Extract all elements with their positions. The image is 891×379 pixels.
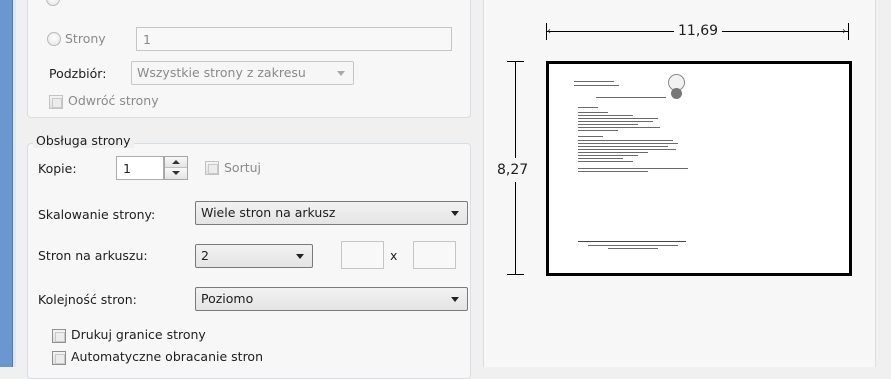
right-strip: [875, 0, 891, 367]
pages-per-sheet-label: Stron na arkuszu:: [38, 248, 148, 263]
width-line-right: [722, 31, 848, 32]
print-borders-label: Drukuj granice strony: [71, 327, 206, 342]
width-line-left: [547, 31, 674, 32]
reverse-pages-checkbox[interactable]: [49, 95, 63, 109]
multiply-label: x: [390, 248, 398, 263]
spinner-down-icon[interactable]: [165, 168, 187, 179]
chevron-down-icon: [296, 254, 304, 259]
pages-radio[interactable]: [47, 32, 61, 46]
preview-seal-icon: [671, 88, 682, 99]
height-line-top: [515, 62, 516, 158]
pages-per-sheet-select[interactable]: 2: [195, 244, 313, 268]
chevron-down-icon: [337, 71, 345, 76]
preview-doc-header: [574, 81, 619, 86]
page-height-value: 8,27: [497, 162, 529, 178]
pages-radio-label: Strony: [65, 31, 106, 46]
preview-doc-footer: [578, 241, 688, 249]
auto-rotate-label: Automatyczne obracanie stron: [71, 349, 263, 364]
collate-checkbox[interactable]: [205, 161, 219, 175]
copies-label: Kopie:: [38, 161, 77, 176]
collate-label: Sortuj: [224, 160, 262, 175]
custom-columns-input[interactable]: [341, 241, 384, 269]
page-order-select[interactable]: Poziomo: [195, 287, 468, 311]
window-left-edge: [0, 0, 13, 367]
height-bottom-tick: [507, 274, 524, 275]
custom-rows-input[interactable]: [413, 241, 456, 269]
arrow-left-icon: ‹: [547, 26, 551, 37]
page-order-label: Kolejność stron:: [38, 292, 137, 307]
print-borders-checkbox[interactable]: [52, 329, 66, 343]
chevron-down-icon: [451, 211, 459, 216]
pages-input[interactable]: 1: [136, 27, 452, 51]
subset-label: Podzbiór:: [49, 66, 107, 81]
height-line-bottom: [515, 182, 516, 274]
arrow-right-icon: ›: [842, 26, 846, 37]
subset-select[interactable]: Wszystkie strony z zakresu: [131, 61, 354, 85]
page-handling-title: Obsługa strony: [33, 133, 134, 148]
reverse-pages-label: Odwróć strony: [68, 93, 159, 108]
auto-rotate-checkbox[interactable]: [52, 351, 66, 365]
page-width-value: 11,69: [678, 23, 719, 39]
scaling-select[interactable]: Wiele stron na arkusz: [195, 201, 468, 225]
chevron-down-icon: [451, 297, 459, 302]
spinner-up-icon[interactable]: [165, 157, 187, 168]
copies-input[interactable]: 1: [116, 156, 164, 180]
preview-doc-body: [578, 107, 688, 172]
copies-spinner[interactable]: [164, 156, 188, 180]
width-right-tick: [848, 23, 849, 40]
scaling-label: Skalowanie strony:: [38, 207, 156, 222]
preview-doc-title: [596, 97, 666, 98]
window-left-edge-highlight: [13, 0, 16, 367]
